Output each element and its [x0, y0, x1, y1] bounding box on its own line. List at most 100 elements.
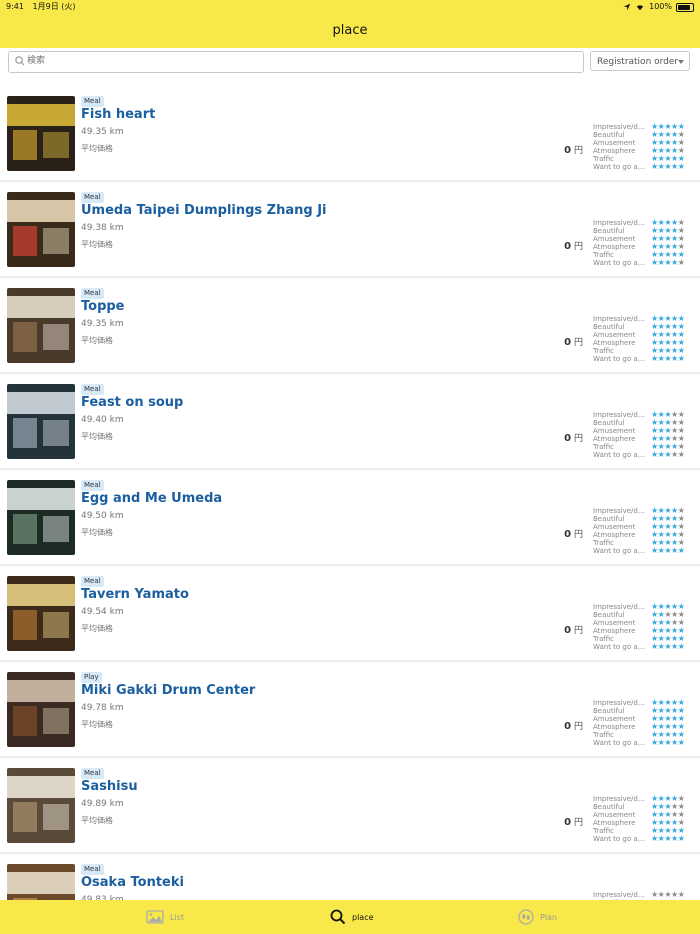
sort-order-select[interactable]: Registration order — [590, 51, 690, 71]
average-price-label: 平均価格 — [81, 432, 113, 441]
list-item[interactable]: Meal Feast on soup 49.40 km 平均価格 0 円 Impressi… — [0, 376, 700, 470]
price-unit: 円 — [573, 530, 583, 540]
rating-label: Impressive/d… — [593, 219, 645, 227]
search-input[interactable] — [27, 53, 567, 69]
list-item[interactable]: Play Miki Gakki Drum Center 49.78 km 平均価格 0 … — [0, 664, 700, 758]
list-item[interactable]: MealOsaka Tonteki49.83 km平均価格0 円Impressi… — [0, 856, 700, 900]
place-list[interactable]: Meal Fish heart 49.35 km 平均価格 0 円 Impressive/… — [0, 80, 700, 900]
ratings-panel: Impressive/d…★★★★★Beautiful★★★★★Amusemen… — [593, 507, 693, 556]
place-name-link[interactable]: Tavern Yamato — [81, 587, 189, 602]
list-item[interactable]: Meal Umeda Taipei Dumplings Zhang Ji 49.38… — [0, 184, 700, 278]
rating-label: Atmosphere — [593, 147, 636, 155]
status-time: 9:41 — [6, 2, 24, 11]
price-value: 0 円 — [540, 335, 583, 348]
rating-label: Impressive/d… — [593, 891, 645, 899]
status-date: 1月9日 (火) — [32, 2, 76, 11]
tab-bar: List place Plan — [0, 900, 700, 934]
rating-row: Want to go a… ★★★★★ — [593, 642, 693, 652]
rating-label: Atmosphere — [593, 627, 636, 635]
star-icon: ★ — [671, 834, 678, 843]
place-thumbnail — [7, 96, 75, 171]
place-name-link[interactable]: Toppe — [81, 299, 125, 314]
price-amount: 0 — [564, 145, 572, 156]
footprints-icon — [518, 909, 534, 925]
list-item[interactable]: Meal Tavern Yamato 49.54 km 平均価格 0 円 Impressi… — [0, 568, 700, 662]
sort-order-label: Registration order — [597, 57, 679, 67]
rating-label: Amusement — [593, 139, 636, 147]
average-price-label: 平均価格 — [81, 720, 113, 729]
rating-row: Want to go a… ★★★★★ — [593, 258, 693, 268]
list-item[interactable]: Meal Fish heart 49.35 km 平均価格 0 円 Impressive/… — [0, 88, 700, 182]
rating-label: Traffic — [593, 347, 615, 355]
rating-label: Amusement — [593, 619, 636, 627]
place-name-link[interactable]: Feast on soup — [81, 395, 183, 410]
price-amount: 0 — [564, 625, 572, 636]
place-name-link[interactable]: Egg and Me Umeda — [81, 491, 222, 506]
rating-label: Traffic — [593, 731, 615, 739]
rating-label: Beautiful — [593, 227, 625, 235]
price-unit: 円 — [573, 722, 583, 732]
star-icon: ★ — [671, 450, 678, 459]
rating-label: Atmosphere — [593, 531, 636, 539]
star-icon: ★ — [671, 258, 678, 267]
rating-label: Want to go a… — [593, 547, 645, 555]
category-badge: Play — [81, 672, 102, 683]
rating-label: Impressive/d… — [593, 411, 645, 419]
rating-label: Traffic — [593, 539, 615, 547]
place-name-link[interactable]: Osaka Tonteki — [81, 875, 184, 890]
rating-label: Impressive/d… — [593, 315, 645, 323]
rating-label: Atmosphere — [593, 243, 636, 251]
tab-plan[interactable]: Plan — [518, 900, 557, 934]
star-icon: ★ — [651, 738, 658, 747]
average-price-label: 平均価格 — [81, 336, 113, 345]
average-price-label: 平均価格 — [81, 624, 113, 633]
price-unit: 円 — [573, 626, 583, 636]
rating-label: Amusement — [593, 715, 636, 723]
place-name-link[interactable]: Sashisu — [81, 779, 138, 794]
list-item[interactable]: Meal Egg and Me Umeda 49.50 km 平均価格 0 円 Impre… — [0, 472, 700, 566]
price-amount: 0 — [564, 817, 572, 828]
list-item[interactable]: Meal Toppe 49.35 km 平均価格 0 円 Impressive/d… ★★★… — [0, 280, 700, 374]
search-icon — [15, 56, 25, 66]
search-icon — [330, 909, 346, 925]
price-value: 0 円 — [540, 143, 583, 156]
ratings-panel: Impressive/d…★★★★★Beautiful★★★★★Amusemen… — [593, 699, 693, 748]
place-name-link[interactable]: Umeda Taipei Dumplings Zhang Ji — [81, 203, 327, 218]
image-icon — [146, 910, 164, 924]
distance-text: 49.38 km — [81, 223, 124, 233]
place-thumbnail — [7, 864, 75, 900]
price-value: 0 円 — [540, 815, 583, 828]
tab-list[interactable]: List — [146, 900, 184, 934]
star-icon: ★ — [664, 450, 672, 459]
star-rating: ★★★★★ — [651, 450, 685, 459]
star-icon: ★ — [671, 642, 678, 651]
rating-label: Amusement — [593, 235, 636, 243]
rating-label: Beautiful — [593, 803, 625, 811]
place-name-link[interactable]: Fish heart — [81, 107, 155, 122]
place-thumbnail — [7, 480, 75, 555]
price-unit: 円 — [573, 818, 583, 828]
price-unit: 円 — [573, 146, 583, 156]
star-rating: ★★★★★ — [651, 547, 685, 555]
star-rating: ★★★★★ — [651, 834, 685, 843]
price-value: 0 円 — [540, 719, 583, 732]
star-icon: ★ — [671, 162, 678, 171]
rating-label: Beautiful — [593, 323, 625, 331]
star-rating: ★★★★★ — [651, 354, 685, 363]
tab-place[interactable]: place — [330, 900, 374, 934]
rating-label: Atmosphere — [593, 339, 636, 347]
search-box[interactable] — [8, 51, 584, 73]
ratings-panel: Impressive/d…★★★★★Beautiful★★★★★Amusemen… — [593, 411, 693, 460]
average-price-label: 平均価格 — [81, 144, 113, 153]
place-name-link[interactable]: Miki Gakki Drum Center — [81, 683, 255, 698]
price-value: 0 円 — [540, 239, 583, 252]
list-item[interactable]: Meal Sashisu 49.89 km 平均価格 0 円 Impressive/d… ★… — [0, 760, 700, 854]
star-icon: ★ — [671, 354, 678, 363]
star-icon: ★ — [677, 642, 685, 651]
price-amount: 0 — [564, 241, 572, 252]
tab-place-label: place — [352, 912, 374, 922]
rating-label: Impressive/d… — [593, 699, 645, 707]
price-amount: 0 — [564, 433, 572, 444]
price-unit: 円 — [573, 434, 583, 444]
page-title: place — [332, 23, 368, 38]
